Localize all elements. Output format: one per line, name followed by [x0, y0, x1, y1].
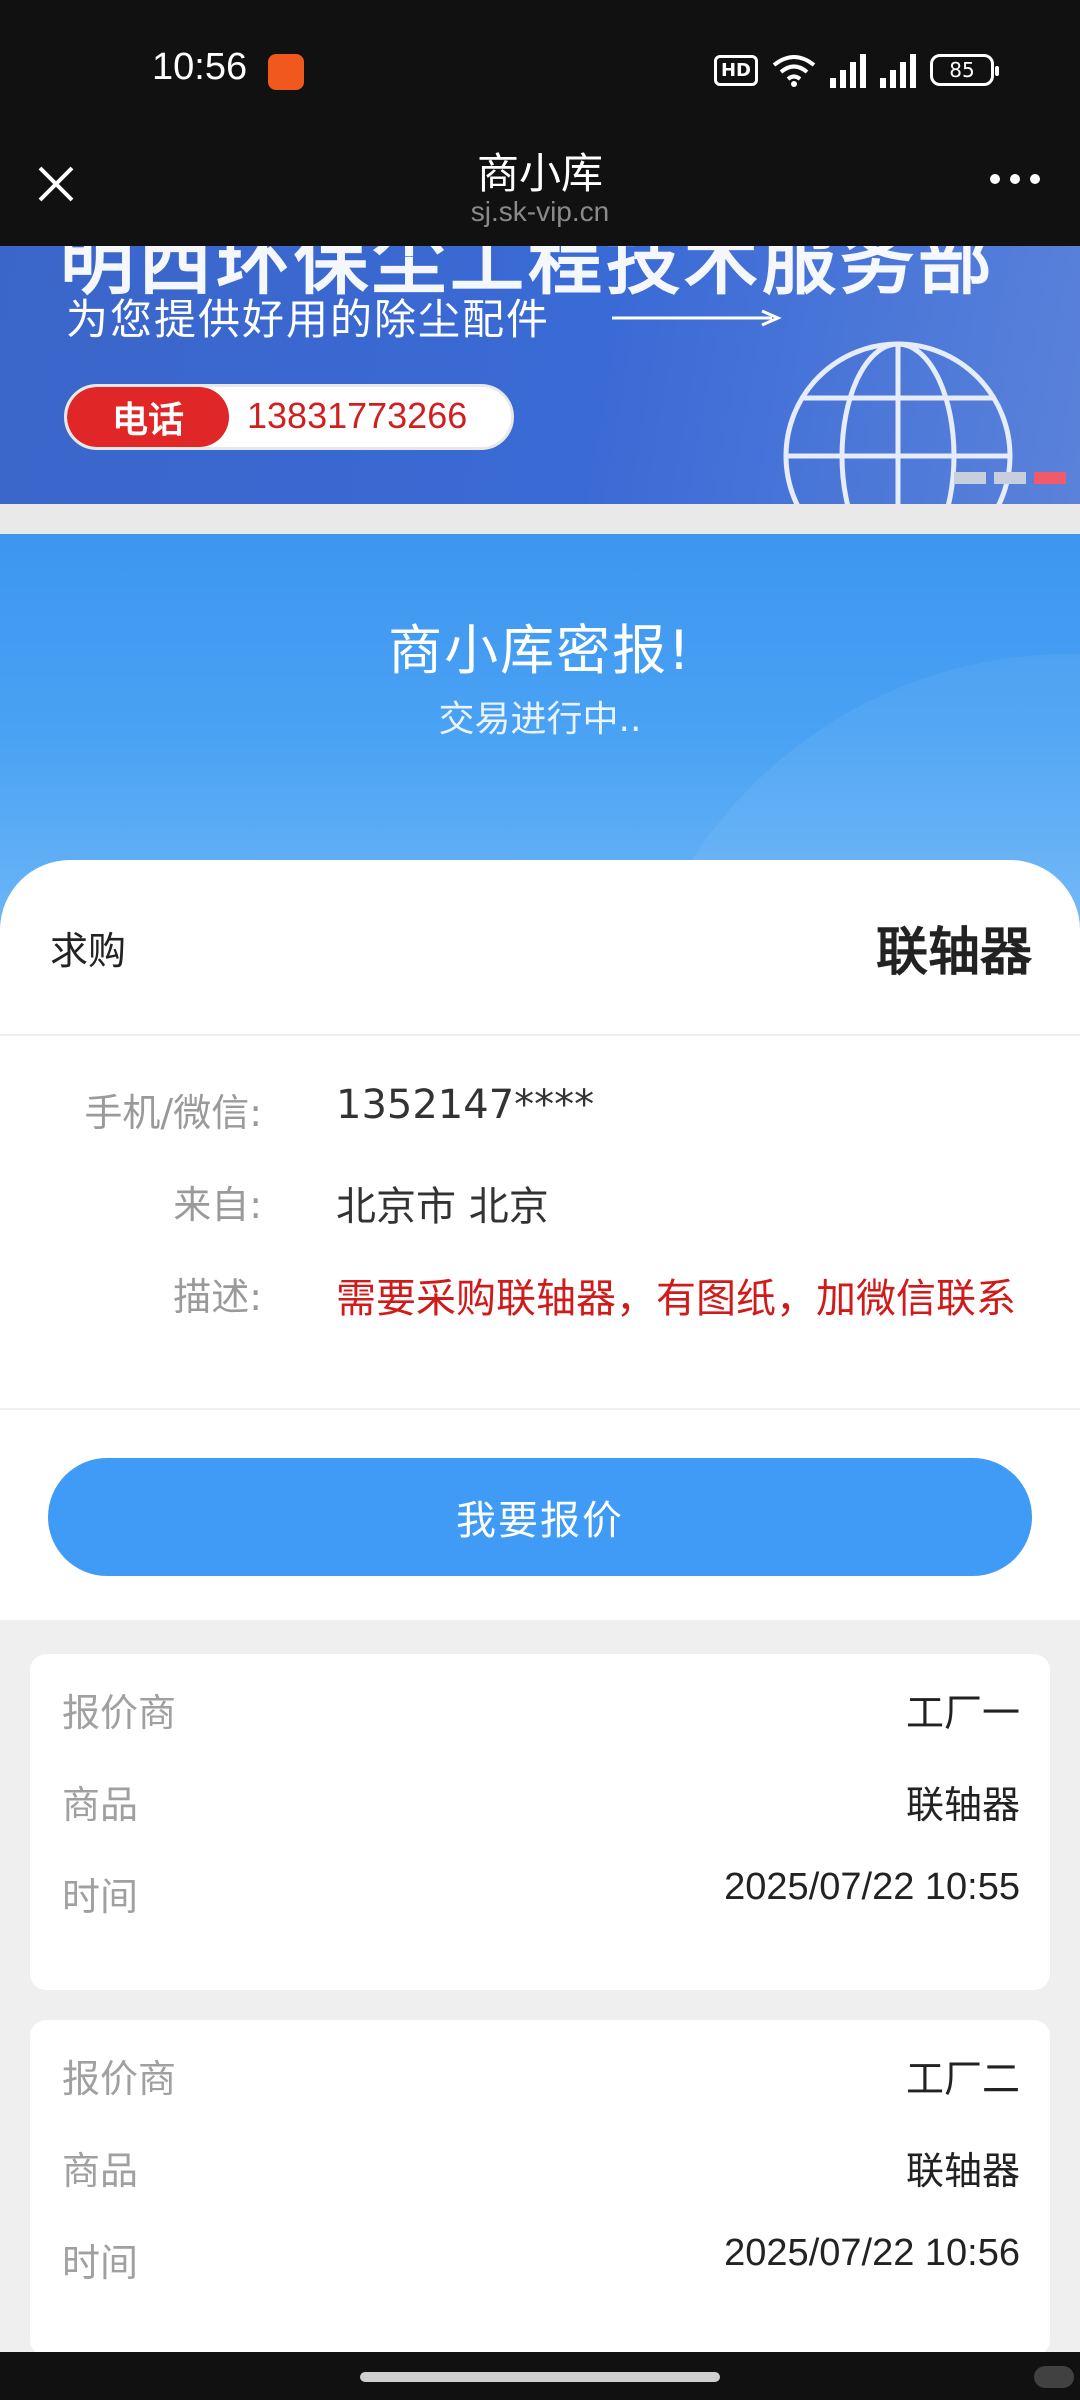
cell-signal-icon-1: [830, 52, 866, 88]
banner-phone-pill[interactable]: 电话 13831773266: [64, 384, 514, 450]
notification-app-icon: [268, 54, 304, 90]
quote-row-time: 时间 2025/07/22 10:55: [30, 1866, 1050, 1926]
wifi-icon: [772, 55, 816, 87]
quote-value: 联轴器: [905, 1785, 1020, 1827]
hero-subtitle: 交易进行中..: [438, 699, 642, 740]
quote-label: 商品: [62, 1783, 139, 1827]
divider: [0, 1408, 1080, 1410]
info-label: 来自:: [173, 1183, 262, 1227]
info-row-origin: 来自: 北京市 北京: [0, 1174, 1080, 1234]
quote-label: 时间: [62, 2241, 139, 2285]
quote-label: 商品: [62, 2149, 139, 2193]
page-url: sj.sk-vip.cn: [470, 196, 610, 227]
title-bar: 商小库 sj.sk-vip.cn: [0, 140, 1080, 246]
quote-card[interactable]: 报价商 工厂一 商品 联轴器 时间 2025/07/22 10:55: [30, 1654, 1050, 1990]
quote-value: 2025/07/22 10:56: [724, 2232, 1020, 2274]
status-time: 10:56: [152, 46, 248, 88]
status-bar: 10:56 HD 85: [0, 0, 1080, 140]
more-options-icon[interactable]: [990, 174, 1040, 184]
arrow-right-icon: [612, 309, 782, 327]
section-gap: [0, 504, 1080, 534]
quote-label: 时间: [62, 1875, 139, 1919]
system-nav-bar: [0, 2352, 1080, 2400]
banner-subtitle: 为您提供好用的除尘配件: [66, 295, 551, 344]
ad-banner[interactable]: 明西环保尘工程技术服务部 为您提供好用的除尘配件 电话 13831773266: [0, 246, 1080, 504]
quote-card[interactable]: 报价商 工厂二 商品 联轴器 时间 2025/07/22 10:56: [30, 2020, 1050, 2356]
request-card: 求购 联轴器 手机/微信: 1352147**** 来自: 北京市 北京 描述:…: [0, 860, 1080, 1620]
page-title: 商小库: [476, 150, 603, 197]
app-screen: 10:56 HD 85 商小库 sj.sk-vip.cn 明西环保尘工程技术服务…: [0, 0, 1080, 2400]
banner-phone-label: 电话: [67, 387, 229, 447]
quote-row-supplier: 报价商 工厂二: [30, 2048, 1050, 2108]
quote-value: 工厂一: [905, 1693, 1020, 1735]
carousel-dot-active: [1034, 472, 1066, 484]
banner-phone-number: 13831773266: [247, 395, 468, 436]
battery-icon: 85: [930, 54, 999, 86]
quote-row-time: 时间 2025/07/22 10:56: [30, 2232, 1050, 2292]
quote-value: 联轴器: [905, 2151, 1020, 2193]
quote-value: 2025/07/22 10:55: [724, 1866, 1020, 1908]
info-row-contact: 手机/微信: 1352147****: [0, 1082, 1080, 1142]
info-value-origin: 北京市 北京: [336, 1184, 549, 1230]
carousel-dot: [994, 472, 1026, 484]
hero-title: 商小库密报!: [388, 619, 692, 682]
info-value-description: 需要采购联轴器，有图纸，加微信联系: [336, 1276, 1016, 1322]
info-label: 描述:: [173, 1275, 262, 1319]
watermark-badge: [1034, 2366, 1074, 2388]
request-product: 联轴器: [875, 923, 1032, 983]
quote-label: 报价商: [62, 1691, 177, 1735]
quote-value: 工厂二: [905, 2059, 1020, 2101]
quote-button[interactable]: 我要报价: [48, 1458, 1032, 1576]
info-label: 手机/微信:: [84, 1091, 262, 1135]
status-icons: HD 85: [713, 52, 999, 88]
request-header: 求购 联轴器: [0, 860, 1080, 1036]
carousel-indicator: [954, 472, 1066, 484]
quote-label: 报价商: [62, 2057, 177, 2101]
carousel-dot: [954, 472, 986, 484]
hd-call-icon: HD: [713, 54, 758, 86]
info-row-description: 描述: 需要采购联轴器，有图纸，加微信联系: [0, 1266, 1080, 1326]
info-value-contact: 1352147****: [336, 1082, 595, 1128]
cell-signal-icon-2: [880, 52, 916, 88]
quote-row-product: 商品 联轴器: [30, 2140, 1050, 2200]
quote-row-supplier: 报价商 工厂一: [30, 1682, 1050, 1742]
home-gesture-handle[interactable]: [360, 2372, 720, 2382]
request-type-label: 求购: [50, 929, 127, 973]
quote-row-product: 商品 联轴器: [30, 1774, 1050, 1834]
